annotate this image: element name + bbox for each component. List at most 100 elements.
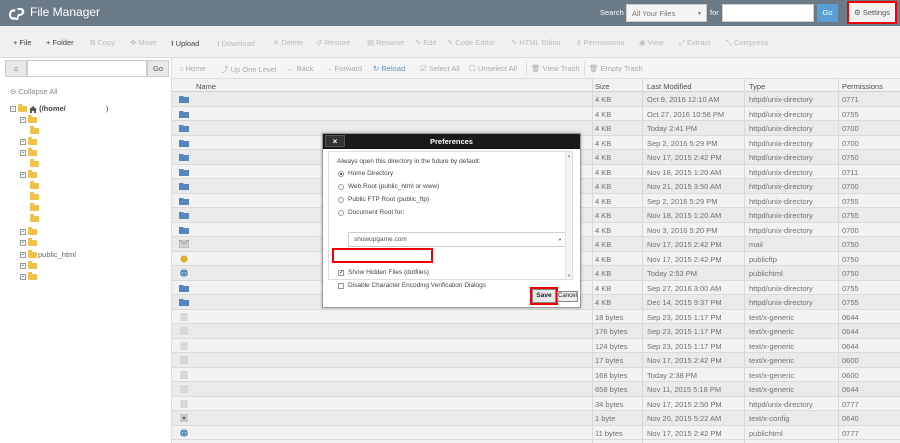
compress-button[interactable]: ⤡ Compress xyxy=(726,38,768,48)
permissions-button[interactable]: ⚷ Permissions xyxy=(576,38,624,47)
tree-folder[interactable] xyxy=(28,181,39,191)
dialog-close-button[interactable]: × xyxy=(325,135,345,147)
tree-folder[interactable] xyxy=(28,159,39,169)
path-go-button[interactable]: Go xyxy=(147,60,169,77)
extract-button[interactable]: ⤢ Extract xyxy=(679,38,710,48)
restore-label: Restore xyxy=(324,38,351,47)
restore-icon: ↺ xyxy=(316,38,323,47)
rename-button[interactable]: ▤ Rename xyxy=(367,38,404,47)
tree-folder[interactable]: + xyxy=(20,148,37,158)
restore-button[interactable]: ↺ Restore xyxy=(316,38,351,47)
extract-label: Extract xyxy=(687,38,711,47)
radio-ftp-root-label: Public FTP Root (public_ftp) xyxy=(348,196,430,203)
new-folder-label: Folder xyxy=(52,38,74,47)
document-root-value: showupgame.com xyxy=(354,236,407,243)
cancel-button[interactable]: Cancel xyxy=(557,291,578,302)
settings-button[interactable]: ⚙ Settings xyxy=(847,1,897,24)
search-input[interactable] xyxy=(722,4,814,22)
nav-home-button[interactable]: ⌂ Home xyxy=(179,64,206,73)
search-scope-select[interactable]: All Your Files ▼ xyxy=(626,4,707,22)
radio-web-root[interactable] xyxy=(338,184,344,190)
scroll-up-icon: ▲ xyxy=(567,153,571,158)
home-button[interactable]: ⌂ xyxy=(5,60,27,77)
folder-icon xyxy=(30,159,39,168)
expand-node-icon: + xyxy=(20,252,26,259)
tree-folder[interactable]: + xyxy=(20,261,37,271)
expand-node-icon: + xyxy=(20,172,26,179)
dialog-scrollbar[interactable]: ▲ ▼ xyxy=(565,152,572,279)
home-icon: ⌂ xyxy=(13,64,19,73)
select-all-label: Select All xyxy=(428,64,460,73)
plus-icon: + xyxy=(46,38,51,47)
new-folder-button[interactable]: + Folder xyxy=(46,38,74,47)
code-editor-label: Code Editor xyxy=(455,38,495,47)
view-trash-button[interactable]: 🗑 View Trash xyxy=(531,64,580,73)
main-toolbar: + File + Folder ⧉ Copy ✥ Move ⭱ Upload ⭳ Downl… xyxy=(0,26,900,58)
show-hidden-highlight xyxy=(332,248,433,263)
tree-folder[interactable] xyxy=(28,203,39,213)
tree-root-suffix: ) xyxy=(105,104,109,113)
folder-icon xyxy=(28,250,37,259)
reload-label: Reload xyxy=(381,64,406,73)
select-all-button[interactable]: ☑ Select All xyxy=(420,64,460,73)
new-file-button[interactable]: + File xyxy=(13,38,31,47)
folder-icon xyxy=(30,192,39,201)
default-dir-intro: Always open this directory in the future… xyxy=(337,158,481,165)
show-hidden-files-checkbox[interactable]: ✓ xyxy=(338,270,344,276)
folder-icon xyxy=(30,214,39,223)
radio-ftp-root[interactable] xyxy=(338,197,344,203)
view-trash-label: View Trash xyxy=(542,64,580,73)
tree-root-label: (/home/ xyxy=(39,104,66,113)
trash-icon: 🗑 xyxy=(589,64,599,73)
back-button[interactable]: ← Back xyxy=(287,64,313,73)
path-input[interactable] xyxy=(27,60,147,77)
expand-node-icon: + xyxy=(20,240,26,247)
navigation-toolbar: ⌂ Home ⤴ Up One Level ← Back → Forward ↻… xyxy=(172,58,900,79)
tree-folder[interactable]: + xyxy=(20,137,37,147)
delete-button[interactable]: ✕ Delete xyxy=(273,38,303,47)
up-one-level-button[interactable]: ⤴ Up One Level xyxy=(221,64,276,75)
tree-folder[interactable]: + xyxy=(20,115,37,125)
tree-folder-public-html[interactable]: + public_html xyxy=(20,250,76,260)
code-editor-button[interactable]: ✎ Code Editor xyxy=(447,38,495,47)
tree-public-html-label: public_html xyxy=(38,250,76,259)
folder-icon xyxy=(28,238,37,247)
folder-tree-panel: ⌂ Go ⊖ Collapse All − (/home/ ) + + + + … xyxy=(0,58,172,443)
tree-folder[interactable]: + xyxy=(20,227,37,237)
document-root-select[interactable]: showupgame.com ▼ xyxy=(348,232,567,247)
radio-home-directory[interactable] xyxy=(338,171,344,177)
tree-folder[interactable] xyxy=(28,214,39,224)
radio-document-root[interactable] xyxy=(338,210,344,216)
tree-folder[interactable]: + xyxy=(20,170,37,180)
unselect-all-button[interactable]: ☐ Unselect All xyxy=(469,64,517,73)
download-label: Download xyxy=(221,39,255,48)
html-editor-button[interactable]: ✎ HTML Editor xyxy=(511,38,561,47)
code-editor-icon: ✎ xyxy=(447,38,454,47)
move-button[interactable]: ✥ Move xyxy=(130,38,157,47)
download-button[interactable]: ⭳ Download xyxy=(217,38,255,51)
tree-folder[interactable] xyxy=(28,126,39,136)
view-button[interactable]: ◉ View xyxy=(639,38,664,47)
reload-button[interactable]: ↻ Reload xyxy=(373,64,405,73)
forward-button[interactable]: → Forward xyxy=(325,64,362,73)
folder-open-icon xyxy=(18,104,27,113)
delete-label: Delete xyxy=(281,38,303,47)
search-go-button[interactable]: Go xyxy=(817,4,838,22)
tree-folder[interactable]: + xyxy=(20,272,37,282)
edit-button[interactable]: ✎ Edit xyxy=(415,38,436,47)
tree-folder[interactable] xyxy=(28,192,39,202)
settings-label: Settings xyxy=(862,8,890,17)
tree-folder[interactable]: + xyxy=(20,238,37,248)
tree-root[interactable]: − (/home/ ) xyxy=(10,104,108,114)
empty-trash-button[interactable]: 🗑 Empty Trash xyxy=(589,64,643,73)
disable-encoding-checkbox[interactable] xyxy=(338,283,344,289)
copy-button[interactable]: ⧉ Copy xyxy=(90,38,115,48)
home-icon: ⌂ xyxy=(179,64,184,73)
preferences-dialog: × Preferences Always open this directory… xyxy=(322,133,581,308)
save-button[interactable]: Save xyxy=(532,289,556,303)
permissions-label: Permissions xyxy=(583,38,625,47)
upload-button[interactable]: ⭱ Upload xyxy=(171,38,199,51)
home-icon xyxy=(29,105,37,113)
expand-icon: ⤢ xyxy=(679,38,685,47)
collapse-all-link[interactable]: ⊖ Collapse All xyxy=(10,87,58,96)
